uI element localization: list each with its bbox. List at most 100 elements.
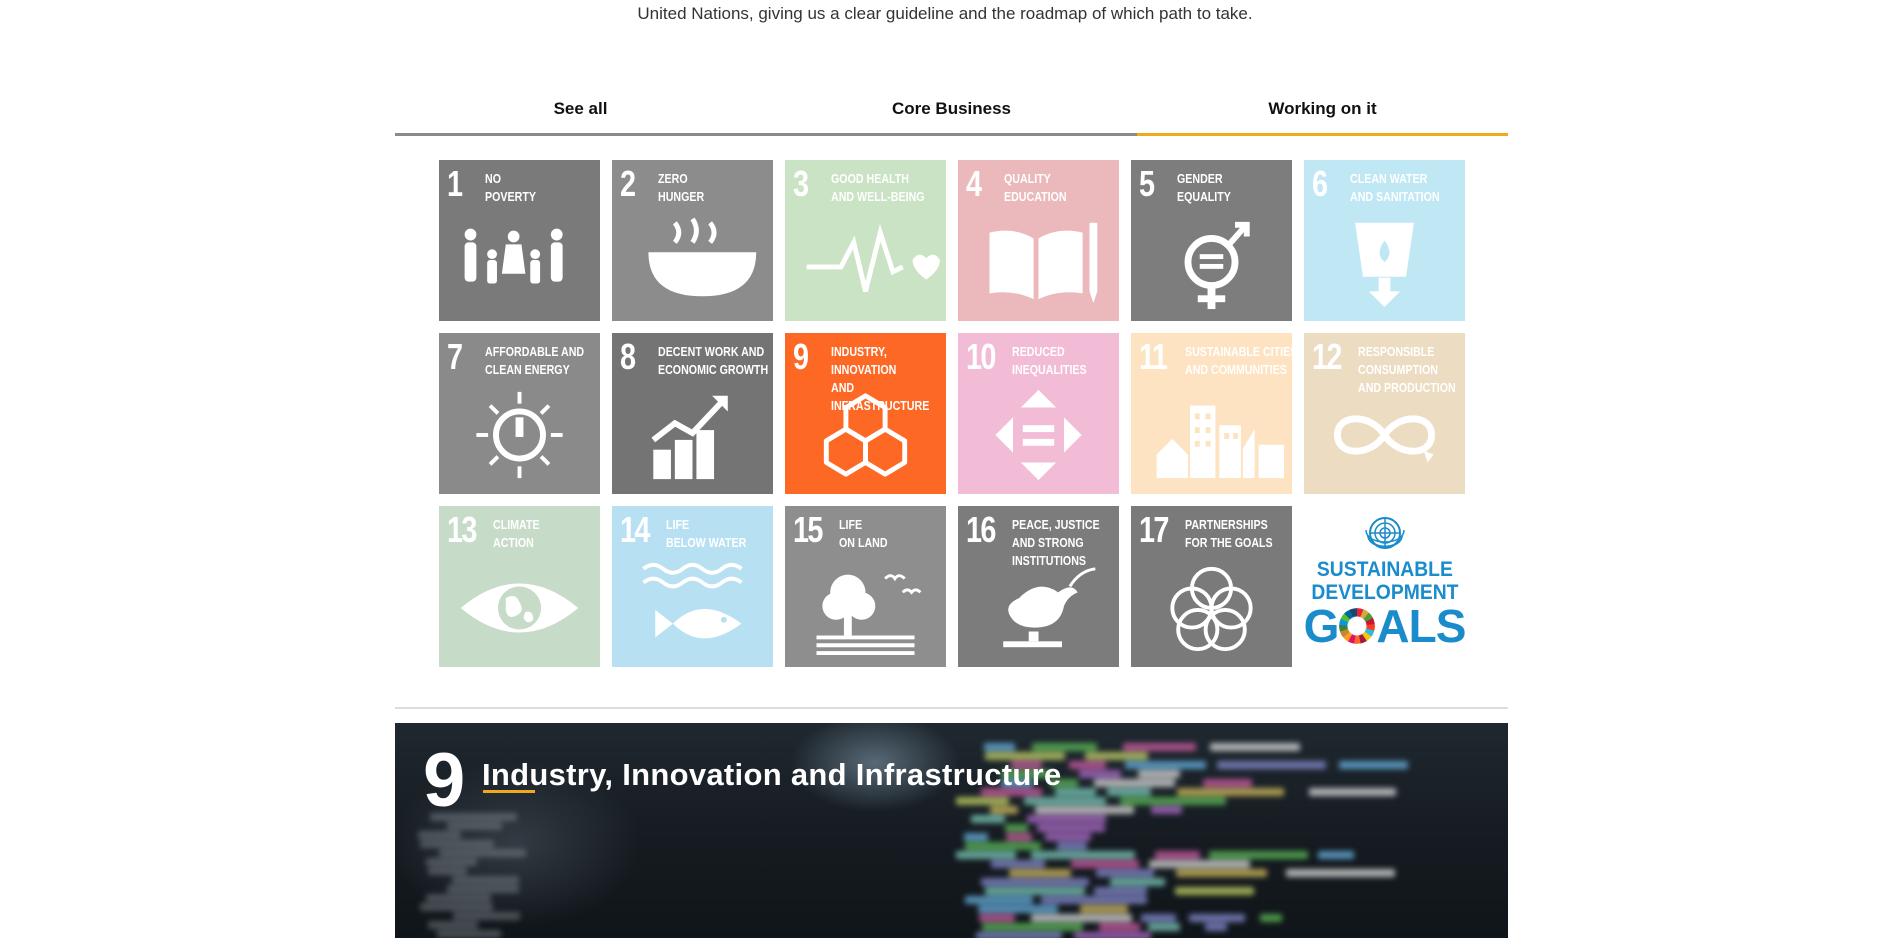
code-line-blur (1080, 905, 1128, 913)
code-line-blur (1151, 806, 1183, 814)
sdg-tile-1[interactable]: 1 NO POVERTY (439, 160, 600, 321)
code-line-blur (955, 851, 1017, 859)
sdg-tile-name: ZERO HUNGER (658, 171, 705, 204)
code-line-blur (1004, 824, 1029, 832)
code-line-blur (1094, 779, 1176, 787)
code-line-blur (978, 905, 1058, 913)
sdg-tile-number: 4 (966, 163, 982, 204)
code-line-blur (1202, 779, 1252, 787)
sdg-tile-name: LIFE BELOW WATER (666, 517, 747, 550)
tab-indicator (766, 133, 1137, 136)
logo-goals-rest: ALS (1376, 600, 1465, 652)
code-line-blur (1148, 923, 1180, 931)
code-line-blur (1093, 887, 1147, 895)
code-line-blur (1119, 797, 1226, 805)
sdg-tile-number: 11 (1139, 336, 1168, 377)
tab-working-on-it[interactable]: Working on it (1137, 96, 1508, 136)
code-line-blur (1069, 761, 1107, 769)
sdg-tile-17[interactable]: 17 PARTNERSHIPS FOR THE GOALS (1131, 506, 1292, 667)
cubes-icon (785, 386, 946, 484)
code-line-blur (1031, 743, 1098, 751)
sdg-tile-name: SUSTAINABLE CITIES AND COMMUNITIES (1185, 344, 1292, 377)
tab-label: See all (553, 99, 608, 118)
infinity-icon (1304, 386, 1465, 484)
code-line-blur (437, 930, 502, 938)
tab-core-business[interactable]: Core Business (766, 96, 1137, 136)
growth-chart-icon (612, 386, 773, 484)
code-line-blur (1188, 914, 1246, 922)
sdg-tile-14[interactable]: 14 LIFE BELOW WATER (612, 506, 773, 667)
tab-indicator (395, 133, 766, 136)
sdg-tile-5[interactable]: 5 GENDER EQUALITY (1131, 160, 1292, 321)
code-line-blur (427, 867, 468, 875)
tree-birds-icon (785, 559, 946, 657)
sdg-tile-10[interactable]: 10 REDUCED INEQUALITIES (958, 333, 1119, 494)
code-line-blur (1096, 869, 1154, 877)
sdg-tile-number: 1 (447, 163, 463, 204)
code-line-blur (956, 797, 1009, 805)
sdg-tile-13[interactable]: 13 CLIMATE ACTION (439, 506, 600, 667)
sdg-tile-7[interactable]: 7 AFFORDABLE AND CLEAN ENERGY (439, 333, 600, 494)
code-line-blur (1099, 923, 1140, 931)
sdg-tile-16[interactable]: 16 PEACE, JUSTICE AND STRONG INSTITUTIONS (958, 506, 1119, 667)
code-line-blur (964, 842, 1042, 850)
sdg-tile-number: 7 (447, 336, 463, 377)
code-line-blur (981, 878, 1089, 886)
sdg-tile-number: 10 (966, 336, 996, 377)
sdg-tile-11[interactable]: 11 SUSTAINABLE CITIES AND COMMUNITIES (1131, 333, 1292, 494)
city-buildings-icon (1131, 386, 1292, 484)
code-line-blur (1026, 815, 1107, 823)
code-line-blur (1259, 914, 1283, 922)
sdg-tile-number: 8 (620, 336, 636, 377)
water-glass-icon (1304, 213, 1465, 311)
sdg-tile-9[interactable]: 9 INDUSTRY, INNOVATION AND INFRASTRUCTURE (785, 333, 946, 494)
code-line-blur (447, 822, 502, 830)
code-line-blur (991, 860, 1045, 868)
logo-line-2: DEVELOPMENT (1310, 581, 1459, 604)
sdg-tile-name: NO POVERTY (485, 171, 536, 204)
code-line-blur (418, 831, 462, 839)
code-line-blur (1209, 851, 1309, 859)
sdg-tile-name: LIFE ON LAND (839, 517, 888, 550)
code-line-blur (1175, 869, 1267, 877)
code-line-blur (438, 849, 527, 857)
sdg-tile-name: QUALITY EDUCATION (1004, 171, 1067, 204)
eye-globe-icon (439, 559, 600, 657)
sdg-tile-6[interactable]: 6 CLEAN WATER AND SANITATION (1304, 160, 1465, 321)
sdg-tile-number: 6 (1312, 163, 1328, 204)
code-line-blur (1079, 770, 1121, 778)
sdg-tile-name: PARTNERSHIPS FOR THE GOALS (1185, 517, 1273, 550)
sdg-tile-name: CLIMATE ACTION (493, 517, 540, 550)
tab-see-all[interactable]: See all (395, 96, 766, 136)
sdg-tile-number: 5 (1139, 163, 1155, 204)
sdg-tile-number: 16 (966, 509, 996, 550)
sdg-tile-4[interactable]: 4 QUALITY EDUCATION (958, 160, 1119, 321)
sdg-tile-12[interactable]: 12 RESPONSIBLE CONSUMPTION AND PRODUCTION (1304, 333, 1465, 494)
sdg-tile-8[interactable]: 8 DECENT WORK AND ECONOMIC GROWTH (612, 333, 773, 494)
code-line-blur (1141, 914, 1176, 922)
code-line-blur (990, 806, 1019, 814)
book-pencil-icon (958, 213, 1119, 311)
sdg-tile-number: 9 (793, 336, 809, 377)
sdg-tile-15[interactable]: 15 LIFE ON LAND (785, 506, 946, 667)
tab-indicator (1137, 133, 1508, 136)
code-line-blur (975, 932, 1062, 938)
code-line-blur (1036, 824, 1105, 832)
sdg-grid: 1 NO POVERTY 2 ZERO HUNGER 3 GOOD HEALTH AND … (439, 160, 1468, 667)
hero-title-underline (483, 790, 535, 793)
code-line-blur (1031, 914, 1132, 922)
code-line-blur (1338, 761, 1408, 769)
sdg-tile-3[interactable]: 3 GOOD HEALTH AND WELL-BEING (785, 160, 946, 321)
arrows-equal-icon (958, 386, 1119, 484)
dove-gavel-icon (958, 559, 1119, 657)
color-wheel-icon (1339, 608, 1376, 644)
sdg-tile-number: 12 (1312, 336, 1342, 377)
sdg-tile-number: 17 (1139, 509, 1169, 550)
sdg-tile-2[interactable]: 2 ZERO HUNGER (612, 160, 773, 321)
sdg-tile-name: GOOD HEALTH AND WELL-BEING (831, 171, 925, 204)
sdg-tile-name: CLEAN WATER AND SANITATION (1350, 171, 1440, 204)
code-background-image (395, 723, 1508, 938)
code-line-blur (1074, 932, 1151, 938)
sdg-tile-number: 2 (620, 163, 636, 204)
code-line-blur (446, 885, 520, 893)
